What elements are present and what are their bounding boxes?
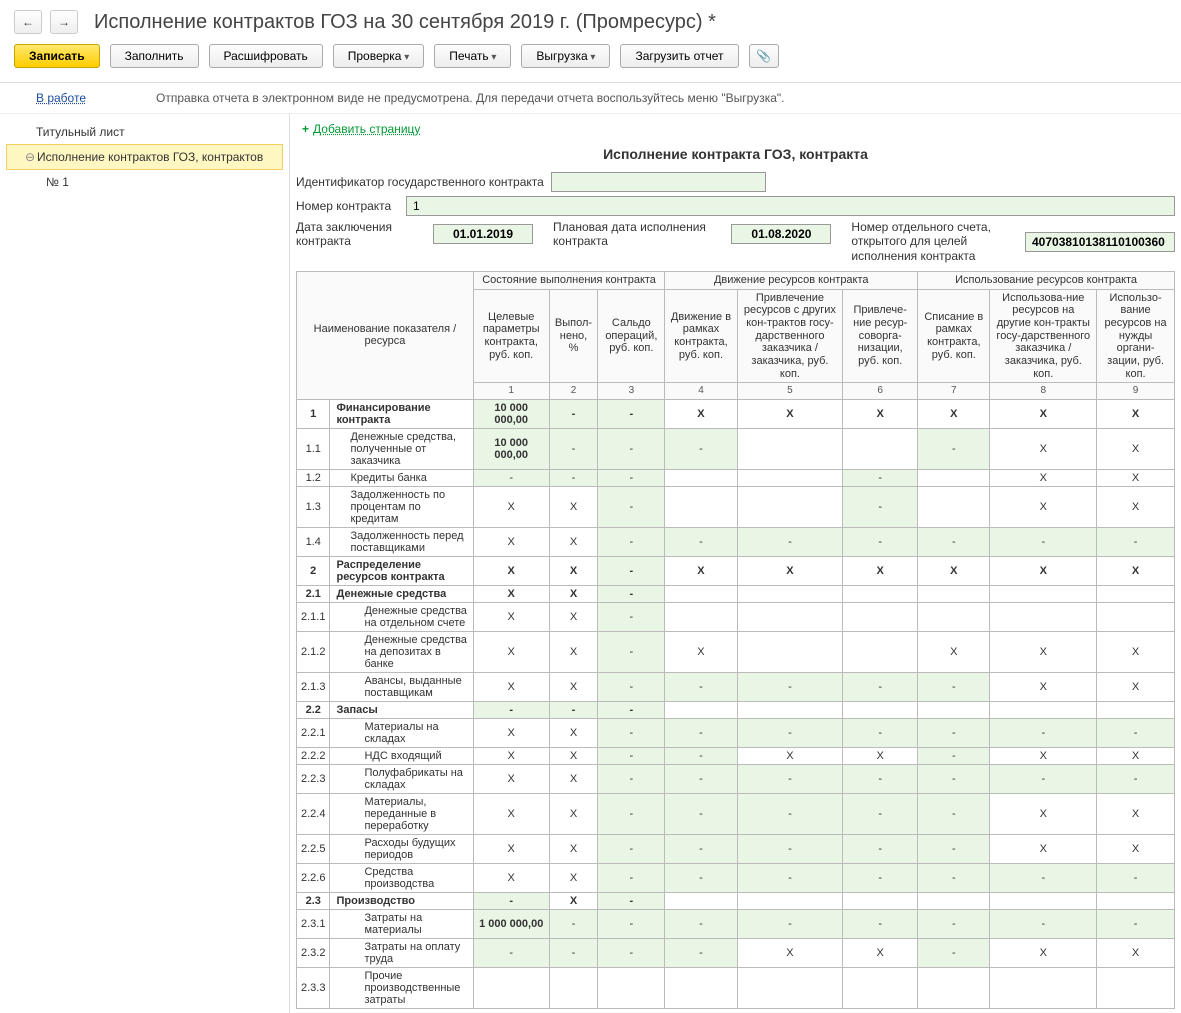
status-link[interactable]: В работе [36,91,86,105]
fill-button[interactable]: Заполнить [110,44,199,68]
th-c1: Целевые параметры контракта, руб. коп. [473,289,549,382]
section-title: Исполнение контракта ГОЗ, контракта [296,146,1175,162]
table-row[interactable]: 2.1.2Денежные средства на депозитах в ба… [297,631,1175,672]
table-row[interactable]: 2.1.1Денежные средства на отдельном счет… [297,602,1175,631]
th-c6: Привлече-ние ресур-соворга-низации, руб.… [843,289,918,382]
print-dropdown[interactable]: Печать [434,44,511,68]
table-row[interactable]: 2.3.2Затраты на оплату труда----XX-XX [297,938,1175,967]
decode-button[interactable]: Расшифровать [209,44,323,68]
th-c2: Выпол-нено, % [549,289,598,382]
table-row[interactable]: 2.2.5Расходы будущих периодовXX-----XX [297,834,1175,863]
th-c8: Использова-ние ресурсов на другие кон-тр… [990,289,1097,382]
table-row[interactable]: 1.4Задолженность перед поставщикамиXX---… [297,527,1175,556]
load-report-button[interactable]: Загрузить отчет [620,44,738,68]
attachment-button[interactable]: 📎 [749,44,779,68]
check-dropdown[interactable]: Проверка [333,44,425,68]
account-input[interactable] [1025,232,1175,252]
table-row[interactable]: 2.1Денежные средстваXX- [297,585,1175,602]
contract-id-input[interactable] [551,172,766,192]
contract-num-label: Номер контракта [296,199,406,213]
table-row[interactable]: 2.2Запасы--- [297,701,1175,718]
table-row[interactable]: 2.3.1Затраты на материалы1 000 000,00---… [297,909,1175,938]
info-text: Отправка отчета в электронном виде не пр… [156,91,784,105]
table-row[interactable]: 2.2.6Средства производстваXX------- [297,863,1175,892]
table-row[interactable]: 2.3Производство-X- [297,892,1175,909]
contract-id-label: Идентификатор государственного контракта [296,175,551,189]
account-label: Номер отдельного счета, открытого для це… [851,220,1017,263]
th-c4: Движение в рамках контракта, руб. коп. [665,289,737,382]
data-table: Наименование показателя / ресурса Состоя… [296,271,1175,1009]
th-group2: Движение ресурсов контракта [665,272,918,290]
table-row[interactable]: 2.1.3Авансы, выданные поставщикамXX-----… [297,672,1175,701]
table-row[interactable]: 2.2.3Полуфабрикаты на складахXX------- [297,764,1175,793]
tree-contract-1[interactable]: № 1 [6,170,283,194]
nav-back-button[interactable]: ← [14,10,42,34]
table-row[interactable]: 2.2.1Материалы на складахXX------- [297,718,1175,747]
th-c9: Использо-вание ресурсов на нужды органи-… [1097,289,1175,382]
th-c3: Сальдо операций, руб. коп. [598,289,665,382]
table-row[interactable]: 1.1Денежные средства, полученные от зака… [297,428,1175,469]
table-row[interactable]: 2Распределение ресурсов контрактаXX-XXXX… [297,556,1175,585]
table-row[interactable]: 2.3.3Прочие производственные затраты [297,967,1175,1008]
th-c5: Привлечение ресурсов с других кон-тракто… [737,289,843,382]
contract-date-label: Дата заключения контракта [296,220,425,249]
sidebar: Титульный лист ⊖Исполнение контрактов ГО… [0,114,290,1013]
contract-num-input[interactable] [406,196,1175,216]
add-page-icon: + [302,122,309,136]
table-row[interactable]: 1.3Задолженность по процентам по кредита… [297,486,1175,527]
th-group3: Использование ресурсов контракта [918,272,1175,290]
table-row[interactable]: 2.2.2НДС входящийXX--XX-XX [297,747,1175,764]
tree-contracts[interactable]: ⊖Исполнение контрактов ГОЗ, контрактов [6,144,283,170]
th-group1: Состояние выполнения контракта [473,272,665,290]
export-dropdown[interactable]: Выгрузка [521,44,610,68]
save-button[interactable]: Записать [14,44,100,68]
plan-date-input[interactable] [731,224,831,244]
table-row[interactable]: 2.2.4Материалы, переданные в переработку… [297,793,1175,834]
nav-forward-button[interactable]: → [50,10,78,34]
th-name: Наименование показателя / ресурса [297,272,474,400]
th-c7: Списание в рамках контракта, руб. коп. [918,289,990,382]
page-title: Исполнение контрактов ГОЗ на 30 сентября… [94,11,716,34]
table-row[interactable]: 1Финансирование контракта10 000 000,00--… [297,399,1175,428]
add-page-link[interactable]: Добавить страницу [313,122,420,136]
plan-date-label: Плановая дата исполнения контракта [553,220,723,249]
tree-title-page[interactable]: Титульный лист [6,120,283,144]
table-row[interactable]: 1.2Кредиты банка----XX [297,469,1175,486]
contract-date-input[interactable] [433,224,533,244]
